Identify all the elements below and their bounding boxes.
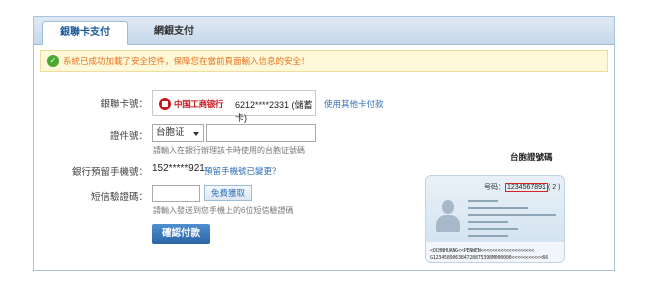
sample-card-text-line — [468, 207, 528, 209]
card-display: 中国工商银行 6212****2331 (儲蓄卡) — [152, 90, 316, 123]
icbc-logo-icon — [159, 98, 171, 110]
use-other-card-link[interactable]: 使用其他卡付款 — [324, 98, 384, 110]
sample-card-text-line — [468, 228, 518, 230]
sample-id-number-prefix: 号码： — [484, 184, 505, 191]
check-circle-icon: ✓ — [47, 55, 59, 67]
sms-code-label: 短信驗證碼： — [90, 192, 148, 203]
id-number-label: 證件號： — [109, 131, 148, 142]
id-number-input[interactable] — [206, 124, 316, 142]
sample-card-text-line — [468, 200, 498, 202]
sample-id-number-suffix: ( 2 ) — [547, 184, 561, 191]
dropdown-arrow-icon — [193, 132, 199, 136]
sample-id-card: 号码： 1234567891( 2 ) <OCHNHUANG<<PENWEN<<<… — [425, 175, 565, 263]
reserved-phone-label: 銀行預留手機號： — [71, 167, 148, 178]
sample-card-mrz-line-2: G123458906384728875398M000000<<<<<<<<<<<… — [430, 255, 549, 261]
tab-bar: 銀聯卡支付 網銀支付 — [34, 17, 614, 45]
sms-code-hint: 請輸入發送到您手機上的6位短信驗證碼 — [153, 206, 294, 215]
reserved-phone-value: 152*****921 — [152, 163, 205, 174]
id-type-selected: 台胞证 — [156, 127, 185, 138]
person-silhouette-icon — [434, 198, 462, 232]
card-number-label: 銀聯卡號： — [100, 99, 148, 110]
tab-online-banking[interactable]: 網銀支付 — [134, 21, 214, 45]
security-notice: ✓ 系統已成功加載了安全控件，保障您在當前頁面輸入信息的安全！ — [40, 50, 608, 72]
id-type-select[interactable]: 台胞证 — [152, 124, 204, 142]
sample-id-number-line: 号码： 1234567891( 2 ) — [484, 182, 560, 192]
tab-unionpay-card[interactable]: 銀聯卡支付 — [42, 21, 128, 45]
sample-card-text-line — [468, 221, 508, 223]
sample-card-text-line — [468, 235, 508, 237]
sample-id-number: 1234567891 — [505, 183, 548, 192]
id-number-hint: 請輸入在銀行辦理該卡時使用的台胞证號碼 — [153, 146, 305, 155]
card-number: 6212****2331 (儲蓄卡) — [235, 100, 313, 123]
security-notice-text: 系統已成功加載了安全控件，保障您在當前頁面輸入信息的安全！ — [63, 56, 310, 66]
phone-changed-link[interactable]: 預留手機號已變更？ — [204, 165, 281, 177]
sample-id-caption: 台胞證號碼 — [510, 152, 553, 162]
confirm-payment-button[interactable]: 確認付款 — [152, 224, 210, 244]
sample-card-text-line — [468, 214, 556, 216]
sample-card-mrz-line-1: <OCHNHUANG<<PENWEN<<<<<<<<<<<<<<<<<<< — [430, 248, 534, 254]
get-sms-code-button[interactable]: 免費獲取 — [204, 185, 252, 201]
sms-code-input[interactable] — [152, 185, 200, 202]
bank-name: 中国工商银行 — [174, 99, 224, 109]
